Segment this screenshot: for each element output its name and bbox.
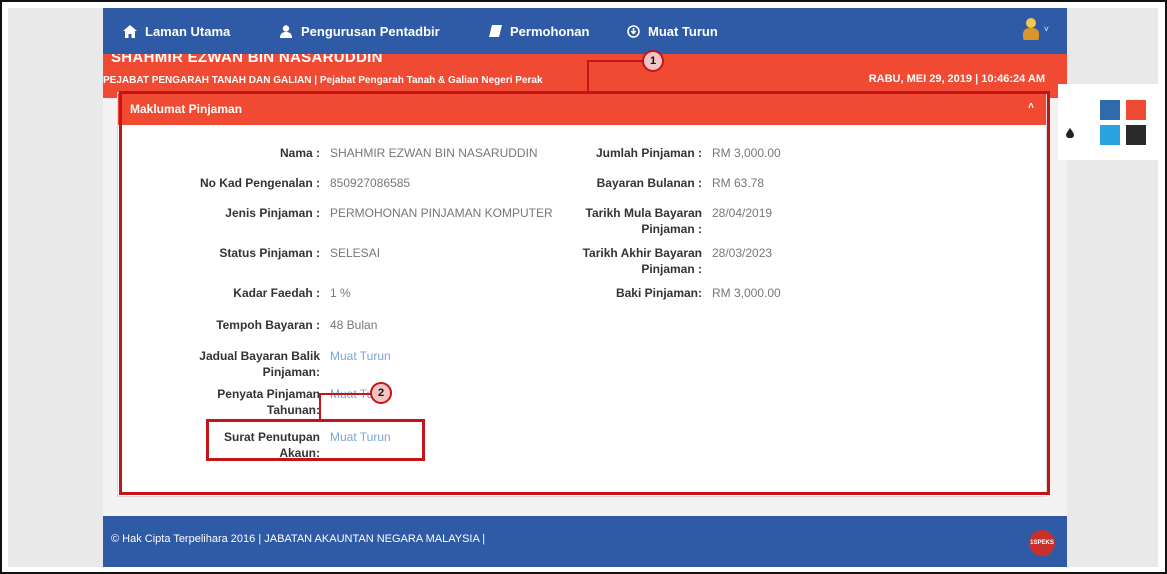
- footer: © Hak Cipta Terpelihara 2016 | JABATAN A…: [103, 516, 1067, 567]
- date-time: RABU, MEI 29, 2019 | 10:46:24 AM: [868, 73, 1045, 85]
- callout-badge-1: 1: [642, 50, 664, 72]
- nav-item-muat-turun[interactable]: Muat Turun: [626, 22, 718, 40]
- callout-box-surat: [206, 419, 425, 461]
- theme-picker: [1058, 84, 1158, 160]
- callout-badge-2: 2: [370, 382, 392, 404]
- theme-swatch-blue[interactable]: [1100, 100, 1120, 120]
- color-drop-icon[interactable]: [1066, 128, 1074, 138]
- theme-swatch-red[interactable]: [1126, 100, 1146, 120]
- book-icon: [488, 24, 502, 38]
- nav-item-pengurusan-pentadbir[interactable]: Pengurusan Pentadbir: [279, 22, 440, 40]
- home-icon: [123, 24, 137, 38]
- nav-label: Laman Utama: [145, 23, 231, 39]
- theme-swatch-dark[interactable]: [1126, 125, 1146, 145]
- user-name: SHAHMIR EZWAN BIN NASARUDDIN: [111, 54, 383, 66]
- footer-copyright: © Hak Cipta Terpelihara 2016 | JABATAN A…: [111, 533, 486, 545]
- top-navbar: Laman Utama Pengurusan Pentadbir Permoho…: [103, 8, 1067, 54]
- user-icon: [279, 24, 293, 38]
- avatar-icon: [1022, 18, 1040, 40]
- nav-label: Muat Turun: [648, 23, 718, 39]
- download-circle-icon: [626, 24, 640, 38]
- nav-item-laman-utama[interactable]: Laman Utama: [123, 22, 230, 40]
- callout-leader-1: [587, 60, 643, 94]
- callout-leader-2: [319, 393, 371, 419]
- speks-logo: 1SPEKS: [1029, 530, 1055, 556]
- nav-label: Permohonan: [510, 23, 590, 39]
- theme-swatch-lightblue[interactable]: [1100, 125, 1120, 145]
- nav-item-permohonan[interactable]: Permohonan: [488, 22, 589, 40]
- chevron-down-icon: ˅: [1043, 24, 1049, 34]
- nav-label: Pengurusan Pentadbir: [301, 23, 440, 39]
- office-name: PEJABAT PENGARAH TANAH DAN GALIAN | Peja…: [103, 75, 543, 86]
- user-menu[interactable]: ˅: [1022, 18, 1049, 40]
